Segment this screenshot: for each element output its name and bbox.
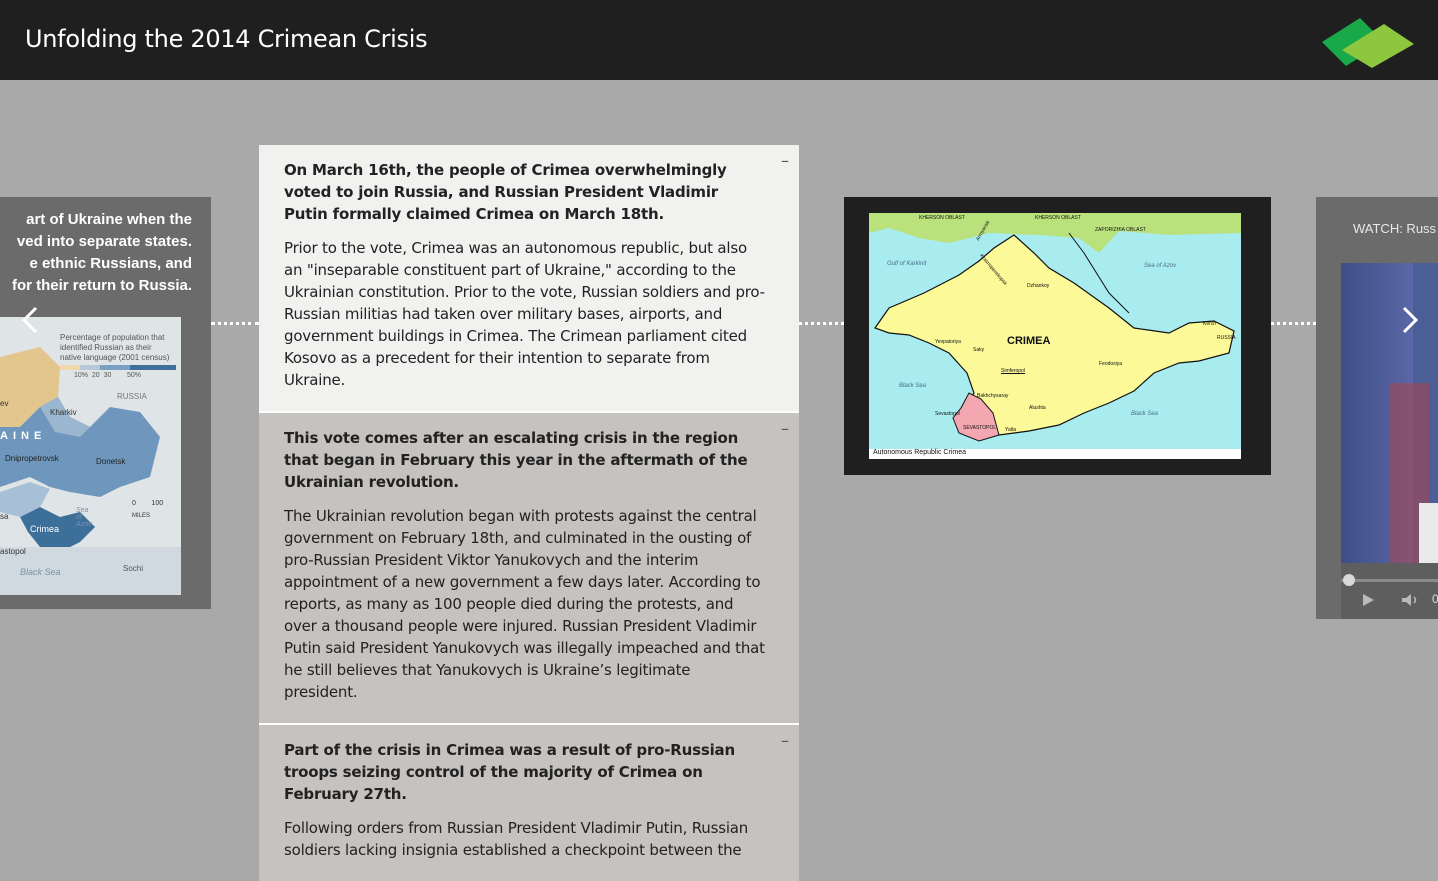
- map-label: Dnipropetrovsk: [5, 454, 59, 463]
- map-label: SEVASTOPOL: [963, 425, 997, 431]
- previous-arrow-icon[interactable]: [16, 300, 46, 340]
- map-label: Black Sea: [899, 383, 927, 389]
- legend-tick: 20: [91, 372, 100, 379]
- timeline-connector: [1271, 322, 1316, 325]
- video-title: WATCH: Russ: [1353, 221, 1437, 236]
- legend-title: identified Russian as their: [60, 343, 152, 352]
- map-label: Feodosiya: [1099, 361, 1123, 367]
- story-card[interactable]: – On March 16th, the people of Crimea ov…: [259, 145, 799, 411]
- map-label: Yalta: [1005, 427, 1017, 433]
- timeline-connector: [799, 322, 844, 325]
- video-time: 0: [1432, 592, 1438, 606]
- previous-slide-panel[interactable]: art of Ukraine when the ved into separat…: [0, 197, 211, 609]
- crimea-map: CRIMEA Autonomous Republic Crimea KHERSO…: [869, 213, 1241, 459]
- video-slide-panel[interactable]: WATCH: Russ 0: [1316, 197, 1438, 619]
- legend-title: Percentage of population that: [60, 333, 165, 342]
- russian-language-map: Percentage of population that identified…: [0, 317, 181, 595]
- card-body: Following orders from Russian President …: [284, 819, 749, 859]
- legend-tick: 50%: [126, 372, 141, 379]
- legend-tick: 30: [103, 372, 112, 379]
- play-icon[interactable]: [1361, 593, 1375, 607]
- legend-title: native language (2001 census): [60, 353, 170, 362]
- map-label: sa: [0, 512, 9, 521]
- map-label: Saky: [973, 347, 985, 353]
- map-label: ev: [0, 399, 9, 408]
- map-caption: Autonomous Republic Crimea: [873, 449, 966, 456]
- card-heading: Part of the crisis in Crimea was a resul…: [284, 741, 735, 803]
- card-heading: On March 16th, the people of Crimea over…: [284, 161, 727, 223]
- map-label: RUSSIA: [117, 392, 147, 401]
- video-controls: 0: [1341, 563, 1438, 619]
- collapse-icon[interactable]: –: [781, 419, 789, 438]
- map-label: Black Sea: [20, 567, 61, 577]
- text-line: for their return to Russia.: [11, 277, 192, 294]
- map-label: Bakhchysaray: [977, 393, 1009, 399]
- map-label: Kharkiv: [50, 408, 77, 417]
- previous-slide-text: art of Ukraine when the ved into separat…: [0, 209, 192, 297]
- map-title: CRIMEA: [1007, 335, 1051, 347]
- legend-tick: 10%: [74, 372, 89, 379]
- map-label: ZAPORIZHIA OBLAST: [1095, 227, 1146, 233]
- map-label: Crimea: [30, 524, 60, 534]
- card-body: The Ukrainian revolution began with prot…: [284, 507, 765, 701]
- map-label: RUSSIA: [1217, 335, 1236, 341]
- story-card[interactable]: – Part of the crisis in Crimea was a res…: [259, 723, 799, 881]
- scale-label: 0: [132, 500, 136, 507]
- map-label: Black Sea: [1131, 411, 1159, 417]
- map-label: Donetsk: [96, 457, 126, 466]
- map-label: Sea of Azov: [1144, 263, 1177, 269]
- page-title: Unfolding the 2014 Crimean Crisis: [25, 25, 428, 53]
- map-label: Sochi: [123, 564, 144, 573]
- text-line: art of Ukraine when the: [26, 211, 192, 228]
- card-heading: This vote comes after an escalating cris…: [284, 429, 748, 491]
- volume-icon[interactable]: [1401, 593, 1421, 607]
- video-progress-track[interactable]: [1341, 579, 1438, 582]
- map-label: Dzhankoy: [1027, 283, 1050, 289]
- map-label: Gulf of Karkinit: [887, 261, 927, 267]
- next-arrow-icon[interactable]: [1394, 300, 1424, 340]
- text-line: e ethnic Russians, and: [29, 255, 192, 272]
- map-label: Sevastopol: [935, 411, 960, 417]
- story-card[interactable]: – This vote comes after an escalating cr…: [259, 411, 799, 723]
- scale-label: MILES: [132, 513, 151, 519]
- map-label: astopol: [0, 547, 26, 556]
- map-label: Sea of Azov: [76, 507, 92, 528]
- collapse-icon[interactable]: –: [781, 731, 789, 750]
- map-label: Kerch: [1203, 321, 1217, 327]
- map-label: Simferopol: [1001, 368, 1025, 374]
- timeline-connector: [211, 322, 259, 325]
- map-label: KHERSON OBLAST: [919, 215, 965, 221]
- crimea-map-frame[interactable]: CRIMEA Autonomous Republic Crimea KHERSO…: [844, 197, 1271, 475]
- map-label: AINE: [0, 430, 47, 442]
- card-body: Prior to the vote, Crimea was an autonom…: [284, 239, 765, 389]
- text-line: ved into separate states.: [16, 233, 192, 250]
- map-label: Alushta: [1029, 405, 1046, 411]
- map-label: KHERSON OBLAST: [1035, 215, 1081, 221]
- video-scrubber-handle[interactable]: [1343, 574, 1355, 586]
- collapse-icon[interactable]: –: [781, 151, 789, 170]
- app-header: Unfolding the 2014 Crimean Crisis: [0, 0, 1438, 80]
- scale-label: 100: [151, 500, 164, 507]
- storymap-logo-icon[interactable]: [1318, 14, 1418, 70]
- map-label: Yevpatoriya: [935, 339, 961, 345]
- story-card-stack: – On March 16th, the people of Crimea ov…: [259, 145, 799, 881]
